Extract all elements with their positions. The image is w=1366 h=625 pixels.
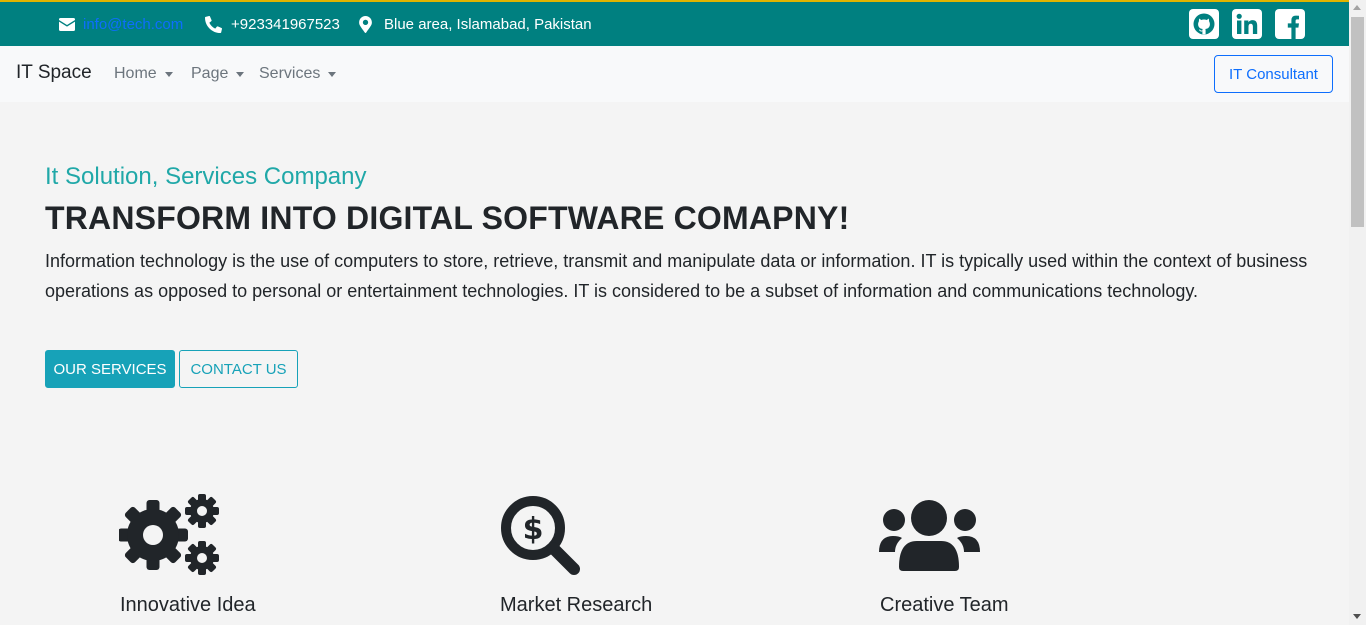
search-dollar-icon: $ [501, 496, 580, 575]
svg-text:$: $ [523, 512, 544, 547]
nav-page-dropdown[interactable]: Page [191, 65, 245, 83]
scrollbar-thumb[interactable] [1351, 17, 1364, 227]
caret-down-icon [164, 71, 173, 77]
feature-market-research-title: Market Research [500, 594, 653, 616]
contact-phone: +923341967523 [205, 2, 340, 46]
contact-email: info@tech.com [59, 2, 183, 46]
users-icon [879, 500, 980, 571]
nav-services-label: Services [259, 65, 321, 82]
hero-subtitle: It Solution, Services Company [45, 163, 367, 190]
hero-title: TRANSFORM INTO DIGITAL SOFTWARE COMAPNY! [45, 200, 850, 236]
phone-icon [205, 15, 222, 33]
feature-creative-team-title: Creative Team [880, 594, 1009, 616]
caret-down-icon [236, 71, 245, 77]
nav-home-label: Home [114, 65, 157, 82]
feature-innovative-idea-title: Innovative Idea [120, 594, 256, 616]
brand-logo[interactable]: IT Space [16, 62, 92, 84]
contact-us-button[interactable]: CONTACT US [179, 350, 298, 388]
address-text: Blue area, Islamabad, Pakistan [384, 15, 592, 33]
github-icon[interactable] [1189, 9, 1219, 39]
nav-home-dropdown[interactable]: Home [114, 65, 173, 83]
caret-down-icon [328, 71, 337, 77]
phone-number: +923341967523 [231, 15, 340, 33]
scroll-up-arrow-icon[interactable] [1353, 5, 1361, 10]
contact-address: Blue area, Islamabad, Pakistan [359, 2, 592, 46]
page-scrollbar[interactable] [1349, 0, 1366, 625]
email-link[interactable]: info@tech.com [83, 16, 183, 33]
facebook-icon[interactable] [1275, 9, 1305, 39]
hero-description: Information technology is the use of com… [45, 251, 1308, 301]
linkedin-icon[interactable] [1232, 9, 1262, 39]
scroll-down-arrow-icon[interactable] [1353, 614, 1361, 619]
gears-icon [119, 494, 219, 575]
main-navbar: IT Space Home Page Services IT Consultan… [0, 46, 1349, 102]
top-contact-bar: info@tech.com +923341967523 Blue area, I… [0, 0, 1349, 46]
envelope-icon [59, 17, 75, 31]
our-services-button[interactable]: OUR SERVICES [45, 350, 175, 388]
it-consultant-button[interactable]: IT Consultant [1214, 55, 1333, 93]
nav-page-label: Page [191, 65, 229, 82]
location-pin-icon [359, 15, 372, 33]
nav-services-dropdown[interactable]: Services [259, 65, 337, 83]
